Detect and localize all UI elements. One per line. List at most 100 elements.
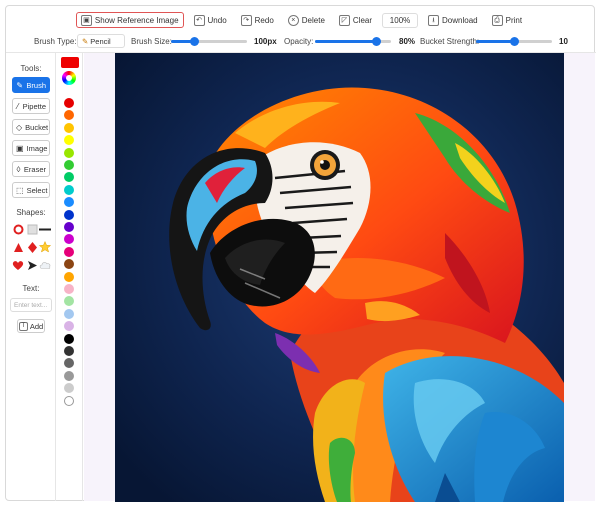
brush-size-value: 100px <box>254 37 277 46</box>
bucket-icon: ◇ <box>16 122 23 132</box>
delete-button[interactable]: × Delete <box>284 12 329 28</box>
shape-diamond-icon[interactable] <box>26 241 38 253</box>
shape-line-icon[interactable] <box>39 223 51 235</box>
select-icon: ⬚ <box>16 185 24 195</box>
color-swatch[interactable] <box>64 98 74 108</box>
brush-size-knob[interactable] <box>189 37 199 46</box>
image-icon: ▣ <box>16 143 24 153</box>
main-toolbar: ▣ Show Reference Image ↶ Undo ↷ Redo × D… <box>6 10 596 30</box>
shape-arrow-icon[interactable] <box>26 259 38 271</box>
color-swatch[interactable] <box>64 222 74 232</box>
brush-type-label: Brush Type: <box>34 37 77 46</box>
delete-icon: × <box>287 14 299 26</box>
clear-icon: ◸ <box>338 14 350 26</box>
download-button[interactable]: ⭳ Download <box>424 12 482 28</box>
color-swatch[interactable] <box>64 395 74 406</box>
color-swatch[interactable] <box>64 259 74 270</box>
opacity-slider[interactable] <box>315 37 391 46</box>
redo-label: Redo <box>254 15 274 25</box>
print-icon: ⎙ <box>491 14 503 26</box>
tool-pipette-label: Pipette <box>22 101 46 111</box>
color-swatch[interactable] <box>64 346 74 356</box>
shape-circle-icon[interactable] <box>12 223 24 235</box>
text-input[interactable]: Enter text... <box>10 298 52 312</box>
text-title: Text: <box>22 284 40 293</box>
opacity-label: Opacity: <box>284 37 314 46</box>
color-swatch[interactable] <box>64 370 74 381</box>
shape-heart-icon[interactable] <box>12 259 24 271</box>
clear-button[interactable]: ◸ Clear <box>335 12 376 28</box>
brush-icon: ✎ <box>16 80 24 90</box>
color-swatch[interactable] <box>64 122 74 133</box>
color-swatch[interactable] <box>64 321 74 332</box>
tool-eraser-label: Eraser <box>23 164 46 174</box>
brush-type-select[interactable]: ✎ Pencil <box>77 34 125 48</box>
color-swatch[interactable] <box>64 110 74 121</box>
color-swatch[interactable] <box>64 383 74 394</box>
color-swatch[interactable] <box>64 234 74 245</box>
tool-select[interactable]: ⬚ Select <box>12 182 50 198</box>
color-swatch[interactable] <box>64 333 74 344</box>
opacity-fill <box>315 40 376 43</box>
current-color-swatch[interactable] <box>61 57 79 68</box>
brush-type-value: Pencil <box>90 36 111 46</box>
color-swatch[interactable] <box>64 358 74 369</box>
brush-settings-bar: Brush Type: ✎ Pencil Brush Size: 100px O… <box>6 34 596 50</box>
shape-star-icon[interactable] <box>39 241 51 253</box>
drawing-canvas[interactable] <box>115 53 564 502</box>
opacity-knob[interactable] <box>371 37 381 46</box>
download-icon: ⭳ <box>428 14 440 26</box>
zoom-level[interactable]: 100% <box>382 12 419 28</box>
redo-button[interactable]: ↷ Redo <box>237 12 278 28</box>
color-swatch[interactable] <box>64 172 74 183</box>
download-label: Download <box>442 15 478 25</box>
undo-label: Undo <box>207 15 227 25</box>
shape-cloud-icon[interactable] <box>39 259 51 271</box>
color-swatch[interactable] <box>64 296 74 307</box>
tool-brush[interactable]: ✎ Brush <box>12 77 50 93</box>
color-swatch[interactable] <box>64 160 74 170</box>
tool-image[interactable]: ▣ Image <box>12 140 50 156</box>
tool-eraser[interactable]: ◊ Eraser <box>12 161 50 177</box>
bucket-strength-value: 10 <box>559 37 568 46</box>
brush-size-slider[interactable] <box>171 37 247 46</box>
color-swatch[interactable] <box>64 284 74 294</box>
color-swatch[interactable] <box>64 246 74 257</box>
undo-icon: ↶ <box>193 14 205 26</box>
brush-size-label: Brush Size: <box>131 37 172 46</box>
color-swatch[interactable] <box>64 209 74 220</box>
paint-app: ▣ Show Reference Image ↶ Undo ↷ Redo × D… <box>5 5 596 502</box>
color-swatch[interactable] <box>64 308 74 319</box>
color-swatch[interactable] <box>64 184 74 195</box>
color-swatch[interactable] <box>64 135 74 146</box>
shape-triangle-icon[interactable] <box>12 241 24 253</box>
bucket-strength-label: Bucket Strength: <box>420 37 480 46</box>
show-reference-label: Show Reference Image <box>94 15 179 25</box>
color-wheel-icon[interactable] <box>62 71 76 85</box>
tools-panel: Tools: ✎ Brush ⁄ Pipette ◇ Bucket ▣ Imag… <box>6 53 56 501</box>
pencil-icon: ✎ <box>82 36 89 46</box>
image-icon: ▣ <box>80 14 92 26</box>
color-palette <box>56 53 83 501</box>
pipette-icon: ⁄ <box>17 101 19 111</box>
show-reference-button[interactable]: ▣ Show Reference Image <box>75 12 184 28</box>
bucket-strength-knob[interactable] <box>510 37 519 46</box>
print-button[interactable]: ⎙ Print <box>488 12 526 28</box>
tool-pipette[interactable]: ⁄ Pipette <box>12 98 50 114</box>
tool-bucket-label: Bucket <box>25 122 49 132</box>
color-swatch[interactable] <box>64 197 74 208</box>
bucket-strength-slider[interactable] <box>476 37 552 46</box>
shape-square-icon[interactable] <box>26 223 38 235</box>
add-text-button[interactable]: T Add <box>17 319 45 333</box>
shapes-title: Shapes: <box>16 208 46 217</box>
tool-bucket[interactable]: ◇ Bucket <box>12 119 50 135</box>
print-label: Print <box>505 15 523 25</box>
tool-image-label: Image <box>26 143 48 153</box>
opacity-value: 80% <box>399 37 416 46</box>
color-swatch[interactable] <box>64 271 74 282</box>
tool-select-label: Select <box>26 185 48 195</box>
delete-label: Delete <box>301 15 325 25</box>
undo-button[interactable]: ↶ Undo <box>190 12 231 28</box>
color-swatch[interactable] <box>64 147 74 158</box>
redo-icon: ↷ <box>240 14 252 26</box>
